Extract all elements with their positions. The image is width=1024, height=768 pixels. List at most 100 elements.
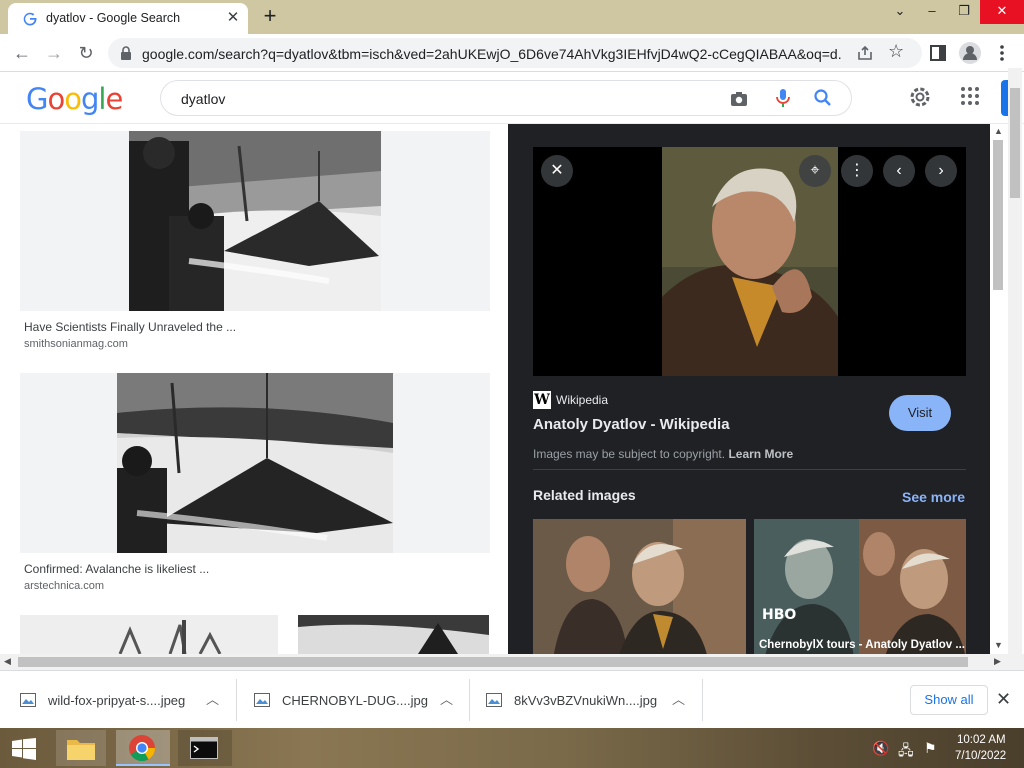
browser-menu-icon[interactable] [990,41,1014,65]
chevron-up-icon[interactable]: ︿ [206,689,219,708]
volume-muted-icon[interactable]: 🔇 [872,740,889,757]
search-input[interactable]: dyatlov [181,91,225,107]
horizontal-scrollbar[interactable]: ◀ ▶ [0,654,1024,670]
image-file-icon [486,693,502,707]
outer-scrollbar-thumb[interactable] [1010,88,1020,198]
related-photo-men[interactable] [533,519,746,654]
image-file-icon [20,693,36,707]
related-photo-hbo[interactable] [754,519,966,654]
browser-tab[interactable]: dyatlov - Google Search ✕ [8,3,248,34]
related-image[interactable] [533,519,746,654]
download-item[interactable]: wild-fox-pripyat-s....jpeg ︿ [0,671,236,729]
copyright-text: Images may be subject to copyright. [533,447,726,461]
forward-arrow-icon[interactable]: → [42,41,66,65]
logo-letter: g [80,82,99,116]
hbo-logo: HBO [762,607,797,623]
side-panel-icon[interactable] [926,41,950,65]
close-preview-icon[interactable]: ✕ [541,155,573,187]
bookmark-star-icon[interactable]: ☆ [888,41,904,62]
scroll-right-icon[interactable]: ▶ [994,656,1001,667]
browser-titlebar: dyatlov - Google Search ✕ + ⌄ – ❐ ✕ [0,0,1024,34]
image-result[interactable]: Confirmed: Avalanche is likeliest ... ar… [20,373,490,595]
show-all-button[interactable]: Show all [910,685,988,715]
snow-ridge-photo-partial[interactable] [298,615,489,654]
download-item[interactable]: 8kVv3vBZVnukiWn....jpg ︿ [466,671,702,729]
preview-title[interactable]: Anatoly Dyatlov - Wikipedia [533,416,730,433]
google-logo[interactable]: Google [26,82,123,116]
image-result[interactable] [20,615,278,654]
profile-avatar-icon[interactable] [958,41,982,65]
see-more-link[interactable]: See more [902,489,965,505]
google-lens-icon[interactable]: ⌖ [799,155,831,187]
more-options-icon[interactable]: ⋮ [841,155,873,187]
horizontal-scrollbar-thumb[interactable] [18,657,968,667]
chrome-taskbar-button[interactable] [116,730,170,766]
tab-search-icon[interactable]: ⌄ [888,0,912,24]
result-title[interactable]: Confirmed: Avalanche is likeliest ... [24,562,209,576]
result-site[interactable]: arstechnica.com [24,580,104,592]
image-result[interactable]: Have Scientists Finally Unraveled the ..… [20,131,490,351]
minimize-icon[interactable]: – [920,0,944,24]
clock-date[interactable]: 7/10/2022 [955,750,1006,762]
outer-scrollbar[interactable] [1008,68,1022,654]
windows-start-icon[interactable] [10,738,38,760]
scroll-up-icon[interactable]: ▲ [994,126,1003,136]
tent-snow-photo[interactable] [129,131,381,311]
download-item[interactable]: CHERNOBYL-DUG....jpg ︿ [234,671,470,729]
snow-photo-partial[interactable] [20,615,278,654]
google-favicon-icon [23,12,37,26]
scroll-left-icon[interactable]: ◀ [4,656,11,667]
visit-button[interactable]: Visit [889,395,951,431]
copyright-notice: Images may be subject to copyright. Lear… [533,447,793,461]
result-site[interactable]: smithsonianmag.com [24,338,128,350]
download-filename[interactable]: 8kVv3vBZVnukiWn....jpg [514,693,657,708]
microphone-icon[interactable] [773,87,793,109]
chevron-up-icon[interactable]: ︿ [672,689,685,708]
result-thumbnail-frame[interactable] [20,373,490,553]
scrollbar-thumb[interactable] [993,140,1003,290]
download-filename[interactable]: CHERNOBYL-DUG....jpg [282,693,428,708]
preview-image-frame[interactable]: ✕ ⌖ ⋮ ‹ › [533,147,966,376]
related-image[interactable]: HBO ChernobylX tours - Anatoly Dyatlov .… [754,519,966,654]
download-filename[interactable]: wild-fox-pripyat-s....jpeg [48,693,185,708]
new-tab-button[interactable]: + [258,5,282,29]
cmd-taskbar-button[interactable] [178,730,232,766]
collapsed-tent-photo[interactable] [117,373,393,553]
url-text[interactable]: google.com/search?q=dyatlov&tbm=isch&ved… [142,46,842,62]
related-caption[interactable]: ChernobylX tours - Anatoly Dyatlov ... [759,639,965,651]
image-results-grid: Have Scientists Finally Unraveled the ..… [0,124,508,654]
search-icon[interactable] [813,88,833,108]
divider [533,469,966,470]
download-shelf: wild-fox-pripyat-s....jpeg ︿ CHERNOBYL-D… [0,670,1024,728]
restore-icon[interactable]: ❐ [952,0,976,24]
learn-more-link[interactable]: Learn More [728,447,793,461]
file-explorer-taskbar-button[interactable] [56,730,106,766]
share-icon[interactable] [856,44,874,62]
tab-close-icon[interactable]: ✕ [224,9,242,27]
related-images-heading: Related images [533,487,636,503]
previous-arrow-icon[interactable]: ‹ [883,155,915,187]
result-title[interactable]: Have Scientists Finally Unraveled the ..… [24,320,236,334]
next-arrow-icon[interactable]: › [925,155,957,187]
image-file-icon [254,693,270,707]
close-download-shelf-icon[interactable]: ✕ [996,689,1011,710]
search-box[interactable]: dyatlov [160,80,852,116]
clock-time[interactable]: 10:02 AM [957,734,1006,746]
page-scrollbar[interactable]: ▲ ▼ [990,68,1024,654]
chevron-up-icon[interactable]: ︿ [440,689,453,708]
image-result[interactable] [298,615,489,654]
reload-icon[interactable]: ↻ [74,41,98,65]
network-icon[interactable]: 🖧 [898,740,914,764]
camera-search-icon[interactable] [729,89,749,109]
action-center-icon[interactable]: ⚑ [924,740,937,757]
window-close-icon[interactable]: ✕ [980,0,1024,24]
logo-letter: G [26,82,49,116]
tab-title: dyatlov - Google Search [46,11,181,25]
back-arrow-icon[interactable]: ← [10,41,34,65]
google-apps-icon[interactable] [960,86,980,106]
address-bar[interactable]: google.com/search?q=dyatlov&tbm=isch&ved… [108,38,922,68]
scroll-down-icon[interactable]: ▼ [994,640,1003,650]
source-name[interactable]: Wikipedia [556,393,608,407]
result-thumbnail-frame[interactable] [20,131,490,311]
gear-icon[interactable] [907,84,933,110]
